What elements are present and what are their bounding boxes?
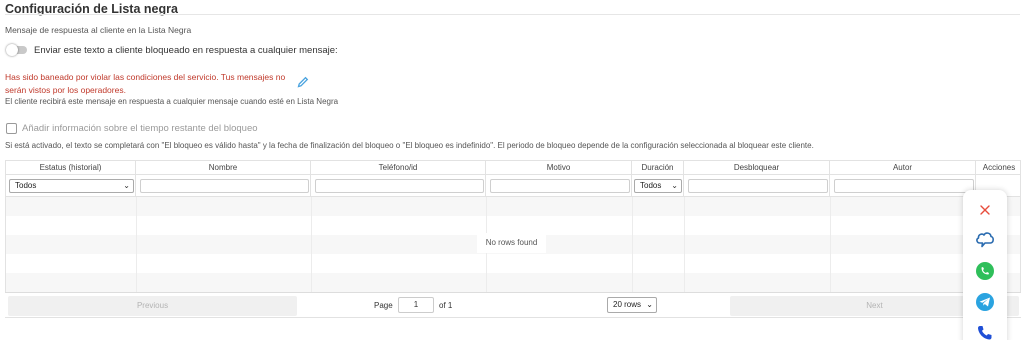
toggle-label: Enviar este texto a cliente bloqueado en… [34, 45, 338, 56]
send-text-toggle[interactable] [6, 44, 27, 56]
column-divider [632, 197, 633, 293]
column-divider [684, 197, 685, 293]
column-divider [830, 197, 831, 293]
toggle-knob[interactable] [6, 44, 18, 56]
filter-cell-phone [311, 175, 486, 197]
filter-cell-name [136, 175, 311, 197]
status-filter-value: Todos [15, 181, 37, 190]
filter-cell-status: Todos ⌄ [6, 175, 136, 197]
previous-page-button[interactable]: Previous [8, 296, 297, 316]
reason-filter-input[interactable] [490, 179, 630, 193]
floating-contact-panel [963, 190, 1007, 340]
column-header-unblock[interactable]: Desbloquear [684, 161, 830, 175]
no-rows-message: No rows found [477, 233, 546, 253]
remaining-time-checkbox[interactable] [6, 123, 17, 134]
phone-filter-input[interactable] [315, 179, 484, 193]
rows-per-page-value: 20 rows [613, 300, 642, 309]
chevron-down-icon: ⌄ [671, 181, 678, 190]
column-header-name[interactable]: Nombre [136, 161, 311, 175]
column-header-status[interactable]: Estatus (historial) [6, 161, 136, 175]
unblock-filter-input[interactable] [688, 179, 828, 193]
column-divider [311, 197, 312, 293]
chevron-down-icon: ⌄ [646, 300, 653, 309]
rows-per-page-select[interactable]: 20 rows ⌄ [607, 297, 657, 313]
filter-cell-unblock [684, 175, 830, 197]
telegram-icon[interactable] [973, 290, 997, 314]
table-row [6, 197, 1020, 216]
pagination-bar: Previous Page 1 of 1 20 rows ⌄ Next [5, 292, 1021, 317]
title-divider [5, 14, 1020, 15]
filter-row: Todos ⌄ Todos ⌄ [6, 175, 1020, 197]
remaining-time-hint: Si está activado, el texto se completará… [5, 141, 814, 150]
column-header-actions: Acciones [982, 163, 1016, 172]
remaining-time-label: Añadir información sobre el tiempo resta… [22, 123, 258, 134]
table-row [6, 273, 1020, 292]
duration-filter-select[interactable]: Todos ⌄ [634, 179, 682, 193]
author-filter-input[interactable] [834, 179, 974, 193]
table-row [6, 254, 1020, 273]
column-header-phone[interactable]: Teléfono/id [311, 161, 486, 175]
pencil-icon[interactable] [297, 75, 309, 88]
column-header-reason[interactable]: Motivo [486, 161, 632, 175]
table-header: Estatus (historial) Nombre Teléfono/id M… [6, 161, 1020, 175]
column-header-author[interactable]: Autor [830, 161, 976, 175]
column-header-duration[interactable]: Duración [632, 161, 684, 175]
page-label: Page [374, 301, 393, 310]
page-number-input[interactable]: 1 [398, 297, 434, 313]
name-filter-input[interactable] [140, 179, 309, 193]
chevron-down-icon: ⌄ [123, 181, 130, 190]
duration-filter-value: Todos [640, 181, 662, 190]
close-icon[interactable] [973, 198, 997, 222]
column-divider [136, 197, 137, 293]
page-total-label: of 1 [439, 301, 453, 310]
phone-icon[interactable] [973, 321, 997, 340]
response-label: Mensaje de respuesta al cliente en la Li… [5, 25, 192, 35]
cloud-chat-icon[interactable] [973, 228, 997, 252]
filter-cell-author [830, 175, 976, 197]
whatsapp-icon[interactable] [973, 259, 997, 283]
ban-message-hint: El cliente recibirá este mensaje en resp… [5, 97, 339, 106]
filter-cell-reason [486, 175, 632, 197]
filter-cell-duration: Todos ⌄ [632, 175, 684, 197]
ban-message-text: Has sido baneado por violar las condicio… [5, 72, 286, 95]
status-filter-select[interactable]: Todos ⌄ [9, 179, 134, 193]
